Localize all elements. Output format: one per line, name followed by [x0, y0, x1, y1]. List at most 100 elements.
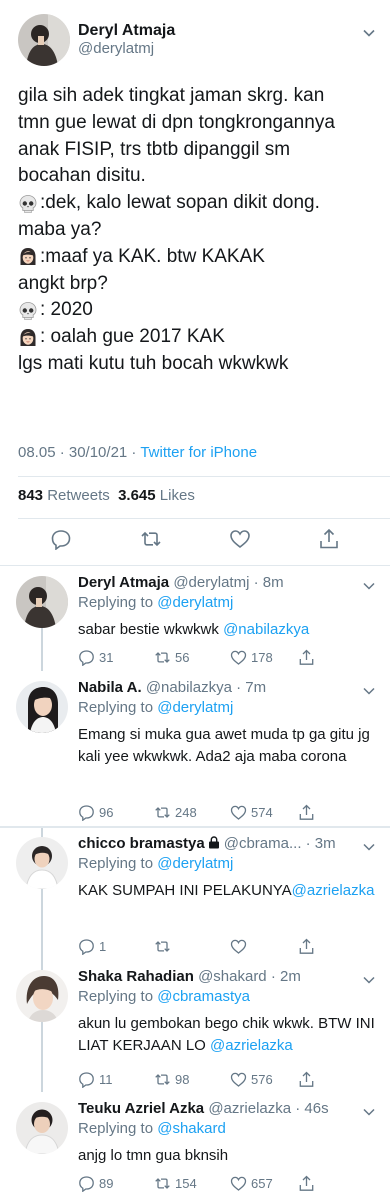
- retweet-button[interactable]: [154, 938, 230, 955]
- chevron-down-icon[interactable]: [362, 840, 376, 854]
- retweet-button[interactable]: 56: [154, 649, 230, 666]
- like-icon: [230, 1072, 247, 1087]
- chevron-down-icon[interactable]: [362, 579, 376, 593]
- like-count: 178: [251, 650, 273, 665]
- replying-to-handle[interactable]: @cbramastya: [157, 988, 250, 1005]
- reply-header: Shaka Rahadian @shakard · 2m: [78, 968, 301, 985]
- avatar[interactable]: [16, 970, 68, 1022]
- author-handle-time[interactable]: @derylatmj · 8m: [173, 574, 283, 591]
- tweet-text-line: :maaf ya KAK. btw KAKAK: [18, 244, 380, 271]
- like-button[interactable]: 178: [230, 649, 298, 666]
- reply-header: Deryl Atmaja @derylatmj · 8m: [78, 574, 284, 591]
- reply-icon: [79, 939, 94, 955]
- mention-link[interactable]: @nabilazkya: [223, 621, 309, 638]
- author-handle-time[interactable]: @cbrama... · 3m: [224, 835, 336, 852]
- author-handle-time[interactable]: @nabilazkya · 7m: [146, 679, 266, 696]
- chevron-down-icon[interactable]: [362, 684, 376, 698]
- likes-count[interactable]: 3.645: [118, 487, 156, 504]
- tweet-text-line: tmn gue lewat di dpn tongkrongannya: [18, 110, 380, 137]
- reply-button[interactable]: 31: [78, 649, 154, 666]
- replying-to-handle[interactable]: @derylatmj: [157, 699, 233, 716]
- like-button[interactable]: 574: [230, 804, 298, 821]
- retweet-count: 248: [175, 805, 197, 820]
- author-name[interactable]: Deryl Atmaja: [78, 574, 169, 591]
- chevron-down-icon[interactable]: [362, 973, 376, 987]
- author-name[interactable]: Teuku Azriel Azka: [78, 1100, 204, 1117]
- likes-label[interactable]: Likes: [160, 487, 195, 504]
- tweet-text-line: : oalah gue 2017 KAK: [18, 324, 380, 351]
- retweet-button[interactable]: 154: [154, 1175, 230, 1192]
- reply-button[interactable]: 1: [78, 938, 154, 955]
- retweet-icon[interactable]: [140, 528, 162, 550]
- retweet-button[interactable]: 248: [154, 804, 230, 821]
- like-button[interactable]: 657: [230, 1175, 298, 1192]
- reply-button[interactable]: 11: [78, 1071, 154, 1088]
- reply-tweet[interactable]: Shaka Rahadian @shakard · 2m Replying to …: [0, 960, 390, 1092]
- reply-text: Emang si muka gua awet muda tp ga gitu j…: [78, 724, 378, 767]
- tweet-text-span: :dek, kalo lewat sopan dikit dong.: [40, 192, 320, 214]
- author-handle-time[interactable]: @shakard · 2m: [198, 968, 301, 985]
- chevron-down-icon[interactable]: [362, 1105, 376, 1119]
- replying-to-handle[interactable]: @derylatmj: [157, 594, 233, 611]
- author-name[interactable]: chicco bramastya: [78, 835, 205, 852]
- retweet-count: 56: [175, 650, 190, 665]
- reply-text-body: anjg lo tmn gua bknsih: [78, 1147, 229, 1164]
- reply-text: sabar bestie wkwkwk @nabilazkya: [78, 619, 378, 641]
- avatar[interactable]: [16, 576, 68, 628]
- reply-actions: 89 154 657: [78, 1175, 319, 1192]
- share-button[interactable]: [298, 1175, 319, 1192]
- replying-to: Replying to @derylatmj: [78, 855, 233, 872]
- author-name[interactable]: Deryl Atmaja: [78, 22, 175, 40]
- tweet-text-span: maba ya?: [18, 218, 102, 240]
- reply-header: Teuku Azriel Azka @azrielazka · 46s: [78, 1100, 329, 1117]
- avatar[interactable]: [16, 681, 68, 733]
- reply-tweet[interactable]: Teuku Azriel Azka @azrielazka · 46s Reply…: [0, 1092, 390, 1200]
- avatar[interactable]: [18, 14, 70, 66]
- share-button[interactable]: [298, 938, 319, 955]
- reply-icon: [79, 805, 94, 821]
- reply-actions: 1: [78, 938, 319, 955]
- share-icon[interactable]: [318, 528, 340, 550]
- mention-link[interactable]: @azrielazka: [292, 882, 375, 899]
- like-button[interactable]: [230, 938, 298, 955]
- retweets-label[interactable]: Retweets: [47, 487, 110, 504]
- reply-count: 1: [99, 939, 107, 954]
- replying-to-label: Replying to: [78, 699, 158, 716]
- replying-to-handle[interactable]: @derylatmj: [157, 855, 233, 872]
- woman-emoji: [18, 328, 38, 348]
- retweet-count: 98: [175, 1072, 190, 1087]
- reply-button[interactable]: 89: [78, 1175, 154, 1192]
- mention-link[interactable]: @azrielazka: [210, 1037, 293, 1054]
- share-button[interactable]: [298, 1071, 319, 1088]
- replying-to-label: Replying to: [78, 1120, 158, 1137]
- tweet-source-link[interactable]: Twitter for iPhone: [140, 444, 257, 461]
- reply-button[interactable]: 96: [78, 804, 154, 821]
- share-button[interactable]: [298, 804, 319, 821]
- reply-tweet[interactable]: chicco bramastya @cbrama... · 3m Replying …: [0, 827, 390, 960]
- divider: [18, 476, 390, 477]
- retweets-count[interactable]: 843: [18, 487, 43, 504]
- reply-tweet[interactable]: Deryl Atmaja @derylatmj · 8m Replying to …: [0, 566, 390, 671]
- replying-to-handle[interactable]: @shakard: [157, 1120, 226, 1137]
- reply-icon[interactable]: [50, 528, 72, 550]
- author-handle[interactable]: @derylatmj: [78, 40, 154, 57]
- author-name[interactable]: Nabila A.: [78, 679, 142, 696]
- avatar[interactable]: [16, 1102, 68, 1154]
- reply-count: 11: [99, 1072, 113, 1087]
- tweet-text-line: anak FISIP, trs tbtb dipanggil sm: [18, 137, 380, 164]
- replying-to: Replying to @cbramastya: [78, 988, 250, 1005]
- tweet-text-span: angkt brp?: [18, 272, 108, 294]
- reply-count: 96: [99, 805, 114, 820]
- author-handle-time[interactable]: @azrielazka · 46s: [208, 1100, 328, 1117]
- reply-tweet[interactable]: Nabila A. @nabilazkya · 7m Replying to @d…: [0, 671, 390, 826]
- author-name[interactable]: Shaka Rahadian: [78, 968, 194, 985]
- tweet-text-span: gila sih adek tingkat jaman skrg. kan: [18, 85, 325, 106]
- like-icon[interactable]: [229, 528, 251, 550]
- chevron-down-icon[interactable]: [362, 26, 376, 40]
- retweet-button[interactable]: 98: [154, 1071, 230, 1088]
- reply-actions: 11 98 576: [78, 1071, 319, 1088]
- share-button[interactable]: [298, 649, 319, 666]
- share-icon: [299, 804, 314, 820]
- avatar[interactable]: [16, 837, 68, 889]
- like-button[interactable]: 576: [230, 1071, 298, 1088]
